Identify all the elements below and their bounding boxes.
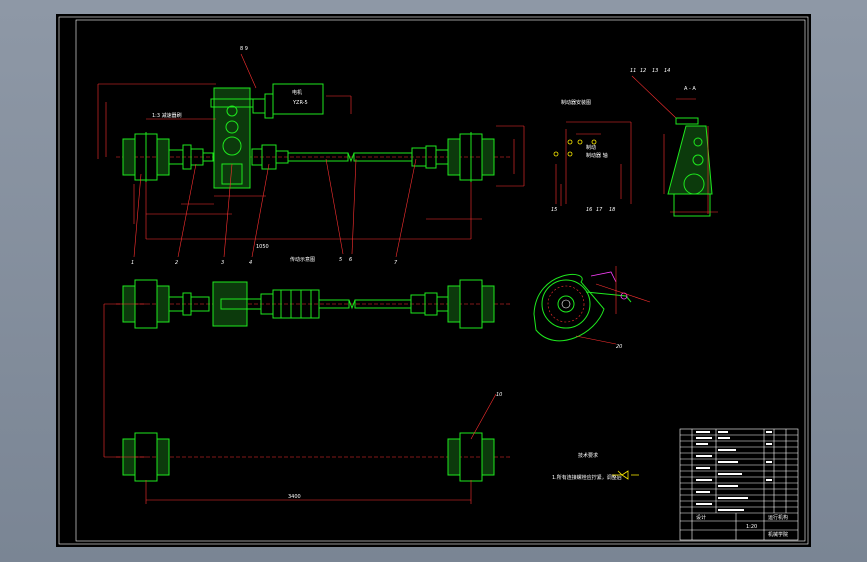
title-block-school: 机械学院 bbox=[768, 531, 788, 538]
drawing-sheet: 8 9 1:3 减速器刷 电机 YZR-5 传动示意图 1050 1 2 3 4… bbox=[56, 14, 811, 547]
callout-20: 20 bbox=[616, 344, 622, 350]
callout-numbers: 1 2 3 4 5 6 7 bbox=[131, 257, 398, 266]
tech-line: 1.所有连接螺栓应拧紧，调整后 bbox=[552, 474, 622, 481]
svg-text:4: 4 bbox=[249, 260, 252, 266]
left-note: 1:3 减速器刷 bbox=[152, 112, 182, 119]
title-block-name: 运行机构 bbox=[768, 514, 788, 521]
wheel-frame: 3400 10 bbox=[103, 303, 511, 504]
svg-text:6: 6 bbox=[349, 257, 352, 263]
title-block-sheet: 1:20 bbox=[746, 524, 757, 530]
svg-text:12: 12 bbox=[640, 68, 646, 74]
svg-text:13: 13 bbox=[652, 68, 658, 74]
side-view: 11 12 13 14 A - A bbox=[630, 68, 718, 217]
svg-text:5: 5 bbox=[339, 257, 342, 263]
drive-assembly-top bbox=[116, 83, 511, 189]
callout-10: 10 bbox=[496, 392, 502, 398]
brake-wheel-view: 20 bbox=[533, 266, 651, 350]
inner-frame bbox=[75, 19, 806, 542]
title-block: 运行机构 1:20 设计 机械学院 bbox=[679, 428, 799, 541]
svg-text:7: 7 bbox=[394, 260, 398, 266]
section-right-title: 制动器安装图 bbox=[561, 99, 591, 106]
title-block-drawn: 设计 bbox=[696, 514, 706, 521]
svg-text:15: 15 bbox=[551, 207, 557, 213]
leader-lines bbox=[133, 158, 417, 258]
svg-text:11: 11 bbox=[630, 68, 636, 74]
svg-text:16: 16 bbox=[586, 207, 592, 213]
dim-b: 3400 bbox=[288, 494, 301, 500]
svg-text:2: 2 bbox=[175, 260, 178, 266]
brake-note-1: 制动 bbox=[586, 144, 596, 151]
svg-text:3: 3 bbox=[221, 260, 224, 266]
tech-requirements: 技术要求 1.所有连接螺栓应拧紧，调整后 bbox=[552, 452, 639, 481]
brake-detail: 制动器安装图 制动 制动器 轴 15 16 17 18 bbox=[551, 99, 632, 213]
svg-text:1: 1 bbox=[131, 260, 134, 266]
svg-text:14: 14 bbox=[664, 68, 670, 74]
dim-a: 1050 bbox=[256, 244, 269, 250]
cad-drawing: 8 9 1:3 减速器刷 电机 YZR-5 传动示意图 1050 1 2 3 4… bbox=[58, 16, 809, 545]
brake-note-2: 制动器 轴 bbox=[586, 152, 608, 159]
motor-spec: YZR-5 bbox=[292, 100, 308, 106]
svg-text:17: 17 bbox=[596, 207, 603, 213]
drive-assembly-plan bbox=[116, 279, 511, 329]
tech-title: 技术要求 bbox=[578, 452, 598, 459]
section-mid-title: 传动示意图 bbox=[290, 256, 315, 263]
side-title: A - A bbox=[684, 86, 696, 92]
top-note: 8 9 bbox=[240, 46, 248, 52]
motor-tag: 电机 bbox=[292, 89, 302, 96]
svg-text:18: 18 bbox=[609, 207, 615, 213]
